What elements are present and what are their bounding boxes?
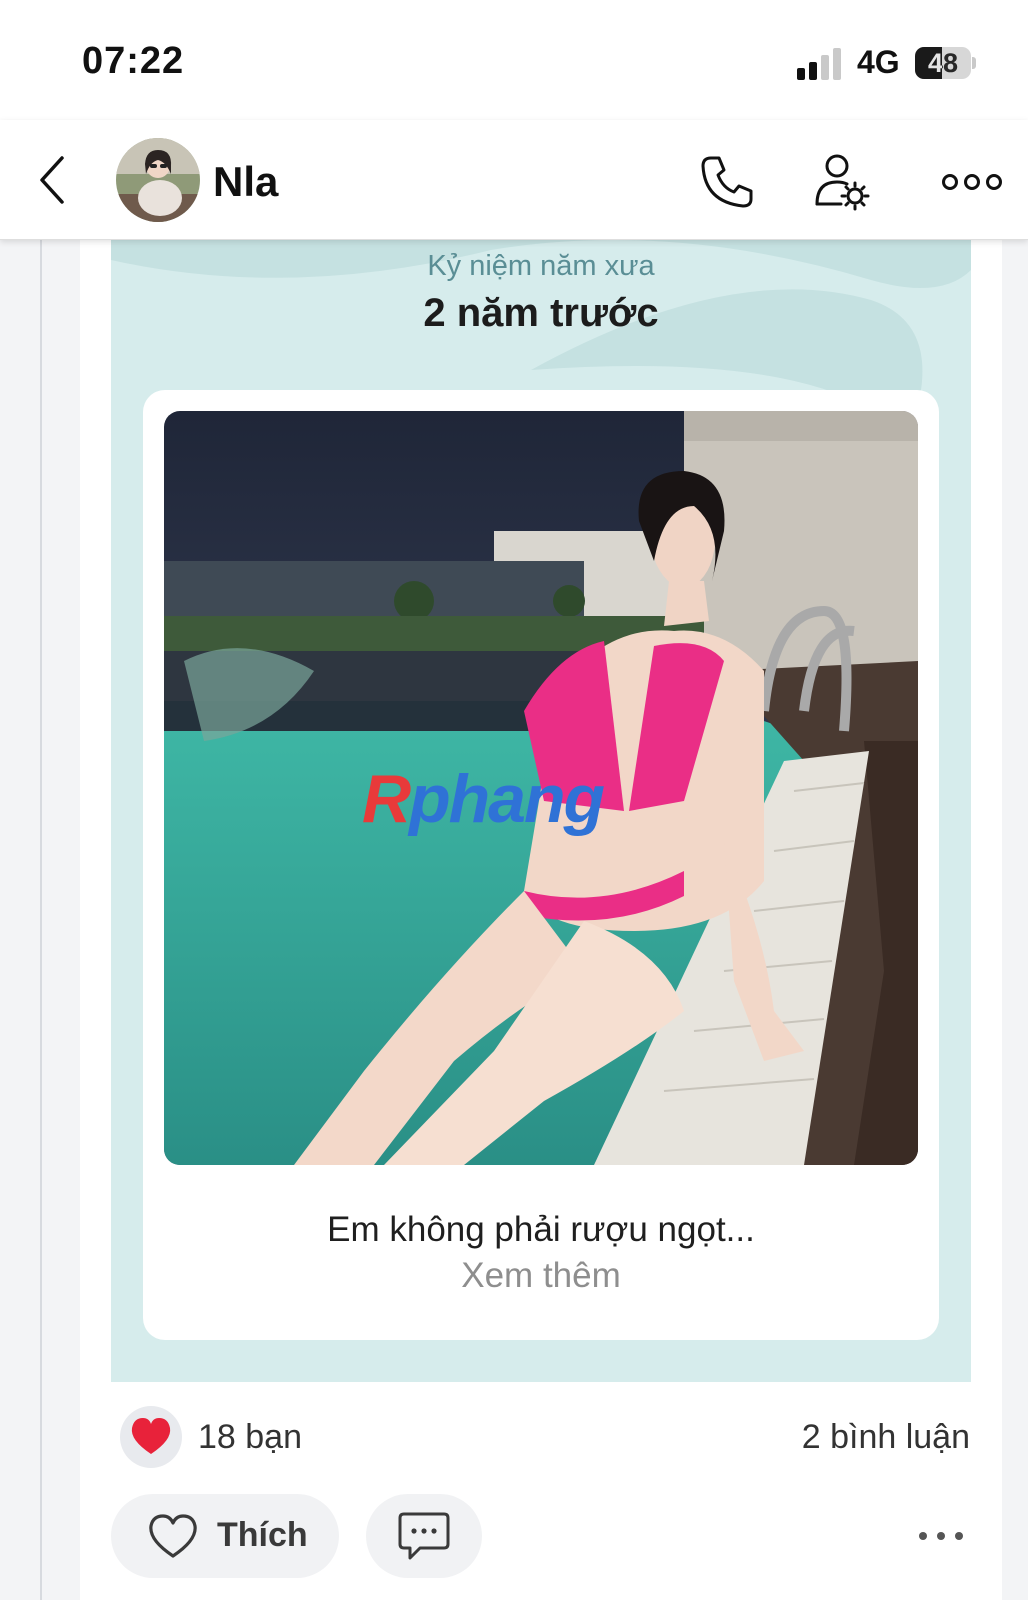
see-more-link[interactable]: Xem thêm (143, 1256, 939, 1296)
memory-years-ago: 2 năm trước (423, 291, 659, 335)
heart-outline-icon (149, 1514, 197, 1558)
profile-settings-button[interactable] (811, 152, 871, 212)
chat-bubble-icon (398, 1512, 450, 1560)
more-options-button[interactable] (940, 152, 1004, 212)
comment-count[interactable]: 2 bình luận (802, 1418, 970, 1457)
watermark: Rphang (362, 761, 605, 837)
post-more-button[interactable] (915, 1514, 967, 1558)
back-button[interactable] (32, 150, 76, 210)
chat-header: Nla (0, 120, 1028, 240)
timeline-rail (40, 240, 42, 1600)
call-button[interactable] (697, 152, 757, 212)
three-dots-icon (942, 174, 1002, 190)
three-dots-icon (919, 1532, 963, 1540)
status-time: 07:22 (82, 40, 185, 82)
phone-icon (701, 156, 753, 208)
avatar[interactable] (116, 138, 200, 222)
reaction-count[interactable]: 18 bạn (198, 1418, 302, 1457)
battery-percent: 48 (927, 48, 959, 78)
contact-name[interactable]: Nla (213, 158, 278, 206)
network-type: 4G (857, 44, 900, 80)
battery-icon: 48 (915, 47, 976, 79)
like-button[interactable]: Thích (111, 1494, 339, 1578)
user-gear-icon (815, 154, 870, 211)
comment-button[interactable] (366, 1494, 482, 1578)
memory-label: Kỷ niệm năm xưa (427, 250, 655, 282)
reaction-badge[interactable] (120, 1406, 182, 1468)
post-caption: Em không phải rượu ngọt... (327, 1210, 755, 1249)
chevron-left-icon (40, 156, 64, 204)
like-label: Thích (217, 1516, 308, 1554)
heart-filled-icon (131, 1418, 171, 1454)
signal-icon (797, 48, 843, 80)
status-bar: 07:22 4G 48 (0, 0, 1028, 120)
